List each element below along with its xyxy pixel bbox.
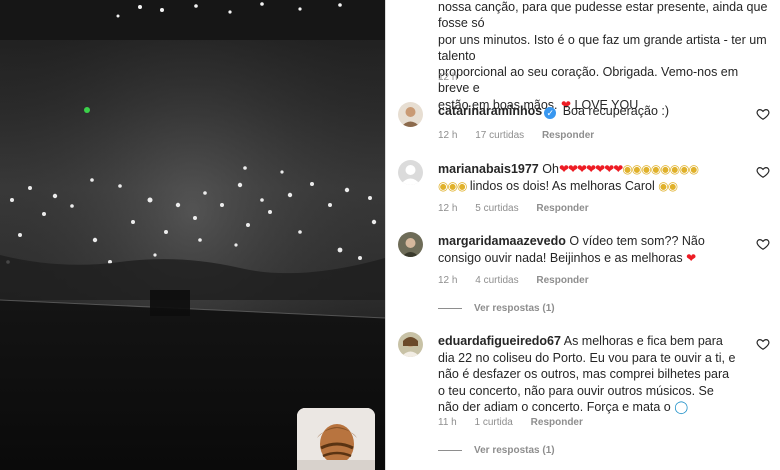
caption-line: proporcional ao seu coração. Obrigada. V… bbox=[438, 65, 739, 96]
clapping-emoji-icon: ◉◉◉◉◉◉◉◉ bbox=[622, 162, 699, 176]
default-avatar-icon bbox=[398, 160, 423, 185]
divider-line bbox=[438, 307, 462, 309]
comment-body: catarinaraminhos ✓ Boa recuperação :) bbox=[438, 103, 738, 120]
red-heart-icon: ❤ bbox=[686, 250, 697, 265]
avatar[interactable] bbox=[398, 102, 423, 127]
comment-time: 12 h bbox=[438, 275, 458, 286]
like-heart-icon[interactable] bbox=[756, 107, 770, 121]
comment-meta: 12 h 5 curtidas Responder bbox=[438, 203, 604, 214]
comment-username[interactable]: eduardafigueiredo67 bbox=[438, 334, 561, 348]
hearts-emoji-icon: ❤❤❤❤❤❤❤ bbox=[558, 162, 623, 176]
video-call-thumbnail[interactable] bbox=[297, 408, 375, 470]
reply-button[interactable]: Responder bbox=[531, 417, 583, 428]
reply-button[interactable]: Responder bbox=[536, 275, 588, 286]
like-heart-icon[interactable] bbox=[756, 165, 770, 179]
view-replies-button[interactable]: Ver respostas (1) bbox=[438, 445, 555, 456]
avatar[interactable] bbox=[398, 160, 423, 185]
concert-scene bbox=[0, 0, 385, 470]
avatar-photo-icon bbox=[398, 232, 423, 257]
caption-time: 12 h bbox=[438, 72, 458, 83]
video-player[interactable] bbox=[0, 0, 385, 470]
comment-body: margaridamaazevedo O vídeo tem som?? Não… bbox=[438, 233, 738, 266]
comment-username[interactable]: marianabais1977 bbox=[438, 162, 539, 176]
comment-item: marianabais1977 Oh❤❤❤❤❤❤❤◉◉◉◉◉◉◉◉ ◉◉◉ li… bbox=[396, 160, 780, 216]
comments-panel[interactable]: nossa canção, para que pudesse estar pre… bbox=[386, 0, 780, 470]
avatar-photo-icon bbox=[398, 332, 423, 357]
view-replies-label: Ver respostas (1) bbox=[474, 303, 555, 314]
avatar[interactable] bbox=[398, 332, 423, 357]
caption-line: nossa canção, para que pudesse estar pre… bbox=[438, 0, 768, 31]
clapping-emoji-icon: ◉◉◉ bbox=[438, 178, 467, 193]
divider-line bbox=[438, 449, 462, 451]
comment-likes[interactable]: 1 curtida bbox=[475, 417, 513, 428]
comment-body: eduardafigueiredo67 As melhoras e fica b… bbox=[438, 333, 738, 416]
avatar[interactable] bbox=[398, 232, 423, 257]
comment-likes[interactable]: 4 curtidas bbox=[475, 275, 518, 286]
comment-time: 12 h bbox=[438, 130, 458, 141]
comment-username[interactable]: catarinaraminhos bbox=[438, 104, 542, 118]
comment-time: 11 h bbox=[438, 417, 457, 428]
comment-text: lindos os dois! As melhoras Carol bbox=[469, 178, 655, 193]
comment-time: 12 h bbox=[438, 203, 458, 214]
view-replies-button[interactable]: Ver respostas (1) bbox=[438, 303, 555, 314]
comment-text: Boa recuperação :) bbox=[562, 104, 670, 118]
comment-username[interactable]: margaridamaazevedo bbox=[438, 234, 566, 248]
caption-line: por uns minutos. Isto é o que faz um gra… bbox=[438, 32, 767, 63]
caption-meta: 12 h bbox=[438, 72, 471, 83]
comment-meta: 12 h 17 curtidas Responder bbox=[438, 130, 609, 141]
avatar-photo-icon bbox=[398, 102, 423, 127]
reply-button[interactable]: Responder bbox=[542, 130, 594, 141]
comment-item: catarinaraminhos ✓ Boa recuperação :) 12 … bbox=[396, 102, 780, 142]
person-icon bbox=[297, 408, 375, 470]
comment-item: margaridamaazevedo O vídeo tem som?? Não… bbox=[396, 232, 780, 316]
comment-item: eduardafigueiredo67 As melhoras e fica b… bbox=[396, 332, 780, 470]
like-heart-icon[interactable] bbox=[756, 337, 770, 351]
blue-heart-emoji-icon: ◯ bbox=[674, 400, 689, 414]
post-caption: nossa canção, para que pudesse estar pre… bbox=[438, 0, 768, 113]
verified-badge-icon: ✓ bbox=[544, 107, 557, 119]
like-heart-icon[interactable] bbox=[756, 237, 770, 251]
strong-arm-emoji-icon: ◉◉ bbox=[658, 178, 678, 193]
view-replies-label: Ver respostas (1) bbox=[474, 445, 555, 456]
comment-meta: 11 h 1 curtida Responder bbox=[438, 417, 598, 428]
reply-button[interactable]: Responder bbox=[536, 203, 588, 214]
comment-meta: 12 h 4 curtidas Responder bbox=[438, 275, 604, 286]
comment-likes[interactable]: 17 curtidas bbox=[475, 130, 524, 141]
comment-likes[interactable]: 5 curtidas bbox=[475, 203, 518, 214]
comment-body: marianabais1977 Oh❤❤❤❤❤❤❤◉◉◉◉◉◉◉◉ ◉◉◉ li… bbox=[438, 161, 738, 194]
comment-text: Oh bbox=[542, 162, 559, 176]
